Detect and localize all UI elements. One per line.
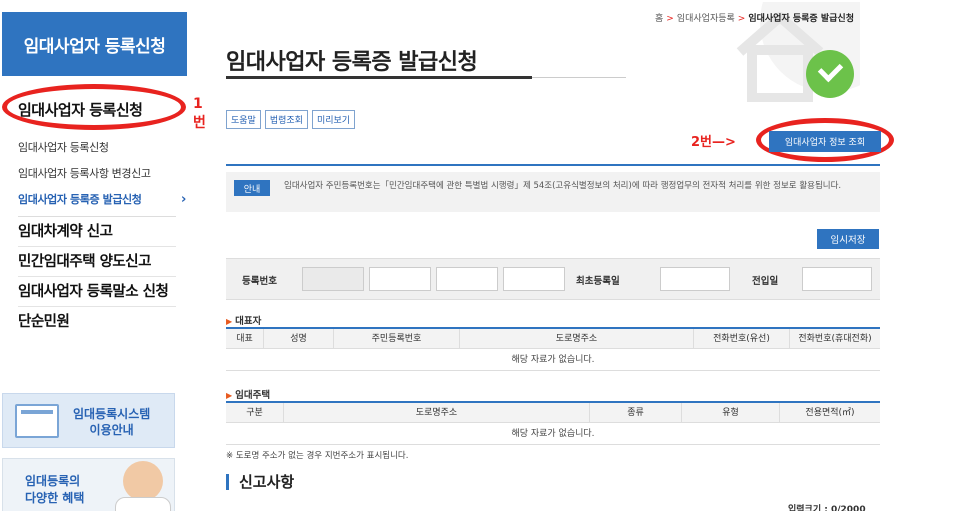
- table-header: 구분 도로명주소 종류 유형 전용면적(㎡): [226, 403, 880, 423]
- sidebar-menu: 임대차계약 신고 민간임대주택 양도신고 임대사업자 등록말소 신청 단순민원: [18, 217, 176, 337]
- preview-button[interactable]: 미리보기: [311, 110, 356, 129]
- th-name: 성명: [264, 329, 334, 349]
- checkmark-icon: [806, 50, 854, 98]
- triangle-icon: ▶: [226, 317, 233, 326]
- banner-benefits-line1: 임대등록의: [25, 474, 81, 488]
- breadcrumb-level1[interactable]: 임대사업자등록: [677, 14, 735, 24]
- sidebar: 임대사업자 등록신청 임대사업자 등록신청 1번 임대사업자 등록신청 임대사업…: [0, 0, 206, 511]
- notice-text: 임대사업자 주민등록번호는「민간임대주택에 관한 특별법 시행령」제 54조(고…: [284, 181, 842, 191]
- banner-system-guide-line1: 임대등록시스템: [73, 407, 151, 421]
- rental-house-table: 구분 도로명주소 종류 유형 전용면적(㎡) 해당 자료가 없습니다.: [226, 401, 880, 445]
- sidebar-item-transfer[interactable]: 민간임대주택 양도신고: [18, 247, 176, 277]
- annotation-oval-1: [2, 84, 186, 130]
- th-representative: 대표: [226, 329, 264, 349]
- rental-house-title: ▶ 임대주택: [226, 387, 270, 401]
- page-title: 임대사업자 등록증 발급신청: [226, 50, 478, 75]
- law-search-button[interactable]: 법령조회: [264, 110, 308, 129]
- move-in-label: 전입일: [752, 276, 779, 287]
- reg-no-field-2[interactable]: [369, 267, 431, 291]
- reg-no-field-3[interactable]: [436, 267, 498, 291]
- section-top-rule: [226, 164, 880, 166]
- breadcrumb: 홈 > 임대사업자등록 > 임대사업자 등록증 발급신청: [655, 11, 854, 24]
- th-rrn: 주민등록번호: [334, 329, 460, 349]
- person-body-icon: [115, 497, 171, 511]
- representative-title-text: 대표자: [235, 316, 262, 327]
- reg-no-field-1: [302, 267, 364, 291]
- table-empty-row: 해당 자료가 없습니다.: [226, 349, 880, 371]
- th-kind: 종류: [590, 403, 682, 423]
- person-icon: [123, 461, 163, 501]
- sidebar-header: 임대사업자 등록신청: [2, 12, 187, 76]
- th-area: 전용면적(㎡): [805, 408, 855, 418]
- temp-save-button[interactable]: 임시저장: [817, 229, 879, 249]
- table-empty-row: 해당 자료가 없습니다.: [226, 423, 880, 445]
- sidebar-sub-change[interactable]: 임대사업자 등록사항 변경신고: [18, 161, 190, 187]
- table-header: 대표 성명 주민등록번호 도로명주소 전화번호(유선) 전화번호(휴대전화): [226, 329, 880, 349]
- annotation-label-2: 2번—>: [691, 135, 736, 150]
- representative-table: 대표 성명 주민등록번호 도로명주소 전화번호(유선) 전화번호(휴대전화) 해…: [226, 327, 880, 371]
- move-in-field[interactable]: [802, 267, 872, 291]
- sidebar-item-cancellation[interactable]: 임대사업자 등록말소 신청: [18, 277, 176, 307]
- notice-box: 안내 임대사업자 주민등록번호는「민간임대주택에 관한 특별법 시행령」제 54…: [226, 172, 880, 212]
- title-underline-bold: [226, 76, 532, 79]
- banner-system-guide-text: 임대등록시스템 이용안내: [73, 406, 150, 438]
- sidebar-sub-list: 임대사업자 등록신청 임대사업자 등록사항 변경신고 임대사업자 등록증 발급신…: [18, 135, 190, 213]
- banner-benefits-line2: 다양한 혜택: [25, 491, 85, 505]
- annotation-label-1: 1번: [193, 96, 206, 131]
- th-phone: 전화번호(유선): [694, 329, 790, 349]
- banner-benefits-text: 임대등록의 다양한 혜택: [25, 473, 84, 507]
- breadcrumb-home[interactable]: 홈: [655, 14, 663, 24]
- reg-no-field-4[interactable]: [503, 267, 565, 291]
- chevron-right-icon: ›: [181, 192, 186, 207]
- help-button[interactable]: 도움말: [226, 110, 261, 129]
- first-reg-label: 최초등록일: [576, 276, 620, 287]
- breadcrumb-sep: >: [666, 14, 674, 24]
- monitor-icon: [15, 404, 59, 438]
- sidebar-sub-certificate-label: 임대사업자 등록증 발급신청: [18, 193, 142, 206]
- representative-title: ▶ 대표자: [226, 313, 261, 327]
- input-size-counter: 입력크기 : 0/2000: [788, 505, 866, 511]
- address-note: ※ 도로명 주소가 없는 경우 지번주소가 표시됩니다.: [226, 451, 409, 461]
- breadcrumb-sep: >: [737, 14, 746, 24]
- report-section-title: 신고사항: [226, 474, 294, 490]
- th-category: 구분: [226, 403, 284, 423]
- sidebar-item-simple-civil[interactable]: 단순민원: [18, 307, 176, 337]
- sidebar-sub-certificate[interactable]: 임대사업자 등록증 발급신청 ›: [18, 187, 190, 213]
- breadcrumb-current: 임대사업자 등록증 발급신청: [748, 14, 854, 24]
- registration-row: 등록번호 최초등록일 전입일: [226, 258, 880, 300]
- banner-system-guide-line2: 이용안내: [89, 423, 134, 437]
- banner-system-guide[interactable]: 임대등록시스템 이용안내: [2, 393, 175, 448]
- lessor-info-lookup-button[interactable]: 임대사업자 정보 조회: [769, 131, 881, 152]
- notice-label: 안내: [234, 180, 270, 196]
- rental-house-title-text: 임대주택: [235, 390, 271, 401]
- th-mobile: 전화번호(휴대전화): [798, 334, 872, 344]
- sidebar-item-lease-contract[interactable]: 임대차계약 신고: [18, 217, 176, 247]
- th-road-address: 도로명주소: [460, 329, 694, 349]
- toolbar: 도움말 법령조회 미리보기: [226, 110, 356, 129]
- th-type: 유형: [682, 403, 780, 423]
- first-reg-field[interactable]: [660, 267, 730, 291]
- sidebar-sub-register[interactable]: 임대사업자 등록신청: [18, 135, 190, 161]
- th-road-address: 도로명주소: [284, 403, 590, 423]
- reg-no-label: 등록번호: [242, 276, 277, 287]
- triangle-icon: ▶: [226, 391, 233, 400]
- banner-benefits[interactable]: 임대등록의 다양한 혜택: [2, 458, 175, 511]
